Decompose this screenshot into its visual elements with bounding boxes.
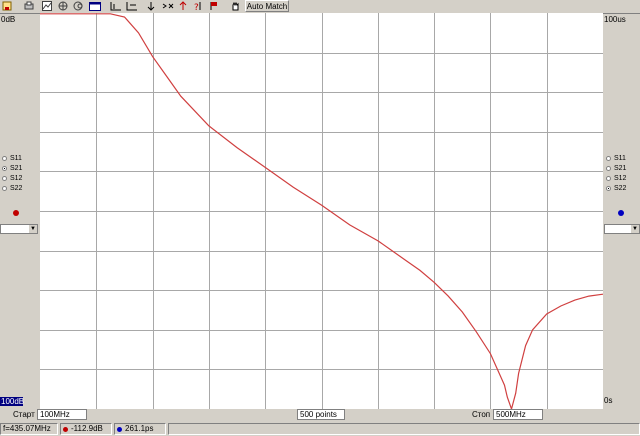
right-radio-s22[interactable]: S22 <box>606 183 640 193</box>
right-radio-label: S21 <box>614 164 627 172</box>
delay-color-icon <box>117 426 122 432</box>
status-empty-cell <box>168 423 640 435</box>
help-icon[interactable]: ? <box>193 1 203 13</box>
hand-icon[interactable] <box>230 1 240 12</box>
arrow-up-icon[interactable] <box>178 1 188 12</box>
start-frequency-input[interactable]: 100MHz <box>37 409 87 420</box>
toolbar: ? Auto Match <box>0 0 640 14</box>
save-icon[interactable] <box>2 1 12 12</box>
magnitude-color-icon <box>63 426 68 432</box>
left-radio-s11[interactable]: S11 <box>2 153 40 163</box>
chart-icon[interactable] <box>42 1 52 12</box>
right-axis-top-label: 100us <box>604 15 626 24</box>
right-axis-bottom-label: 0s <box>604 396 613 405</box>
start-label: Старт <box>13 410 35 419</box>
left-radio-label: S12 <box>10 174 23 182</box>
left-axis-bottom-label[interactable]: 100dB <box>0 397 24 406</box>
flag-icon[interactable] <box>209 1 219 12</box>
left-trace-select[interactable]: ▼ <box>0 224 38 234</box>
left-radio-label: S22 <box>10 184 23 192</box>
status-frequency: f=435.07MHz <box>0 423 58 435</box>
status-bar: f=435.07MHz -112.9dB 261.1ps <box>0 423 640 436</box>
left-trace-color-dot <box>13 210 19 216</box>
right-trace-select[interactable]: ▼ <box>604 224 640 234</box>
left-axis-top-label: 0dB <box>1 15 16 24</box>
right-radio-s21[interactable]: S21 <box>606 163 640 173</box>
status-delay-text: 261.1ps <box>125 424 154 433</box>
marker-alt-icon[interactable] <box>126 1 138 12</box>
table-icon[interactable] <box>89 1 101 12</box>
smith-icon[interactable] <box>73 1 83 12</box>
points-input[interactable]: 500 points <box>297 409 345 420</box>
auto-match-button[interactable]: Auto Match <box>245 0 289 12</box>
status-magnitude: -112.9dB <box>60 423 112 435</box>
right-radio-label: S12 <box>614 174 627 182</box>
chevron-down-icon: ▼ <box>29 225 37 233</box>
left-radio-s12[interactable]: S12 <box>2 173 40 183</box>
status-magnitude-text: -112.9dB <box>71 424 103 433</box>
plot-area[interactable] <box>40 13 603 409</box>
sweep-settings-row: Старт 100MHz 500 points Стоп 500MHz <box>0 409 640 421</box>
right-trace-color-dot <box>618 210 624 216</box>
marker-icon[interactable] <box>110 1 122 12</box>
arrow-down-icon[interactable] <box>146 1 156 12</box>
left-radio-s22[interactable]: S22 <box>2 183 40 193</box>
arrow-cross-icon[interactable] <box>162 1 174 12</box>
left-param-group: S11 S21 S12 S22 <box>2 153 40 193</box>
status-frequency-text: f=435.07MHz <box>3 424 51 433</box>
left-radio-label: S21 <box>10 164 23 172</box>
right-radio-s11[interactable]: S11 <box>606 153 640 163</box>
stop-frequency-input[interactable]: 500MHz <box>493 409 543 420</box>
right-radio-s12[interactable]: S12 <box>606 173 640 183</box>
right-radio-label: S22 <box>614 184 627 192</box>
chevron-down-icon: ▼ <box>631 225 639 233</box>
polar-icon[interactable] <box>58 1 68 12</box>
print-icon[interactable] <box>24 1 34 12</box>
left-radio-label: S11 <box>10 154 22 162</box>
left-radio-s21[interactable]: S21 <box>2 163 40 173</box>
right-param-group: S11 S21 S12 S22 <box>606 153 640 193</box>
response-chart <box>40 13 603 409</box>
stop-label: Стоп <box>472 410 491 419</box>
svg-text:?: ? <box>194 3 199 11</box>
status-delay: 261.1ps <box>114 423 166 435</box>
right-radio-label: S11 <box>614 154 626 162</box>
